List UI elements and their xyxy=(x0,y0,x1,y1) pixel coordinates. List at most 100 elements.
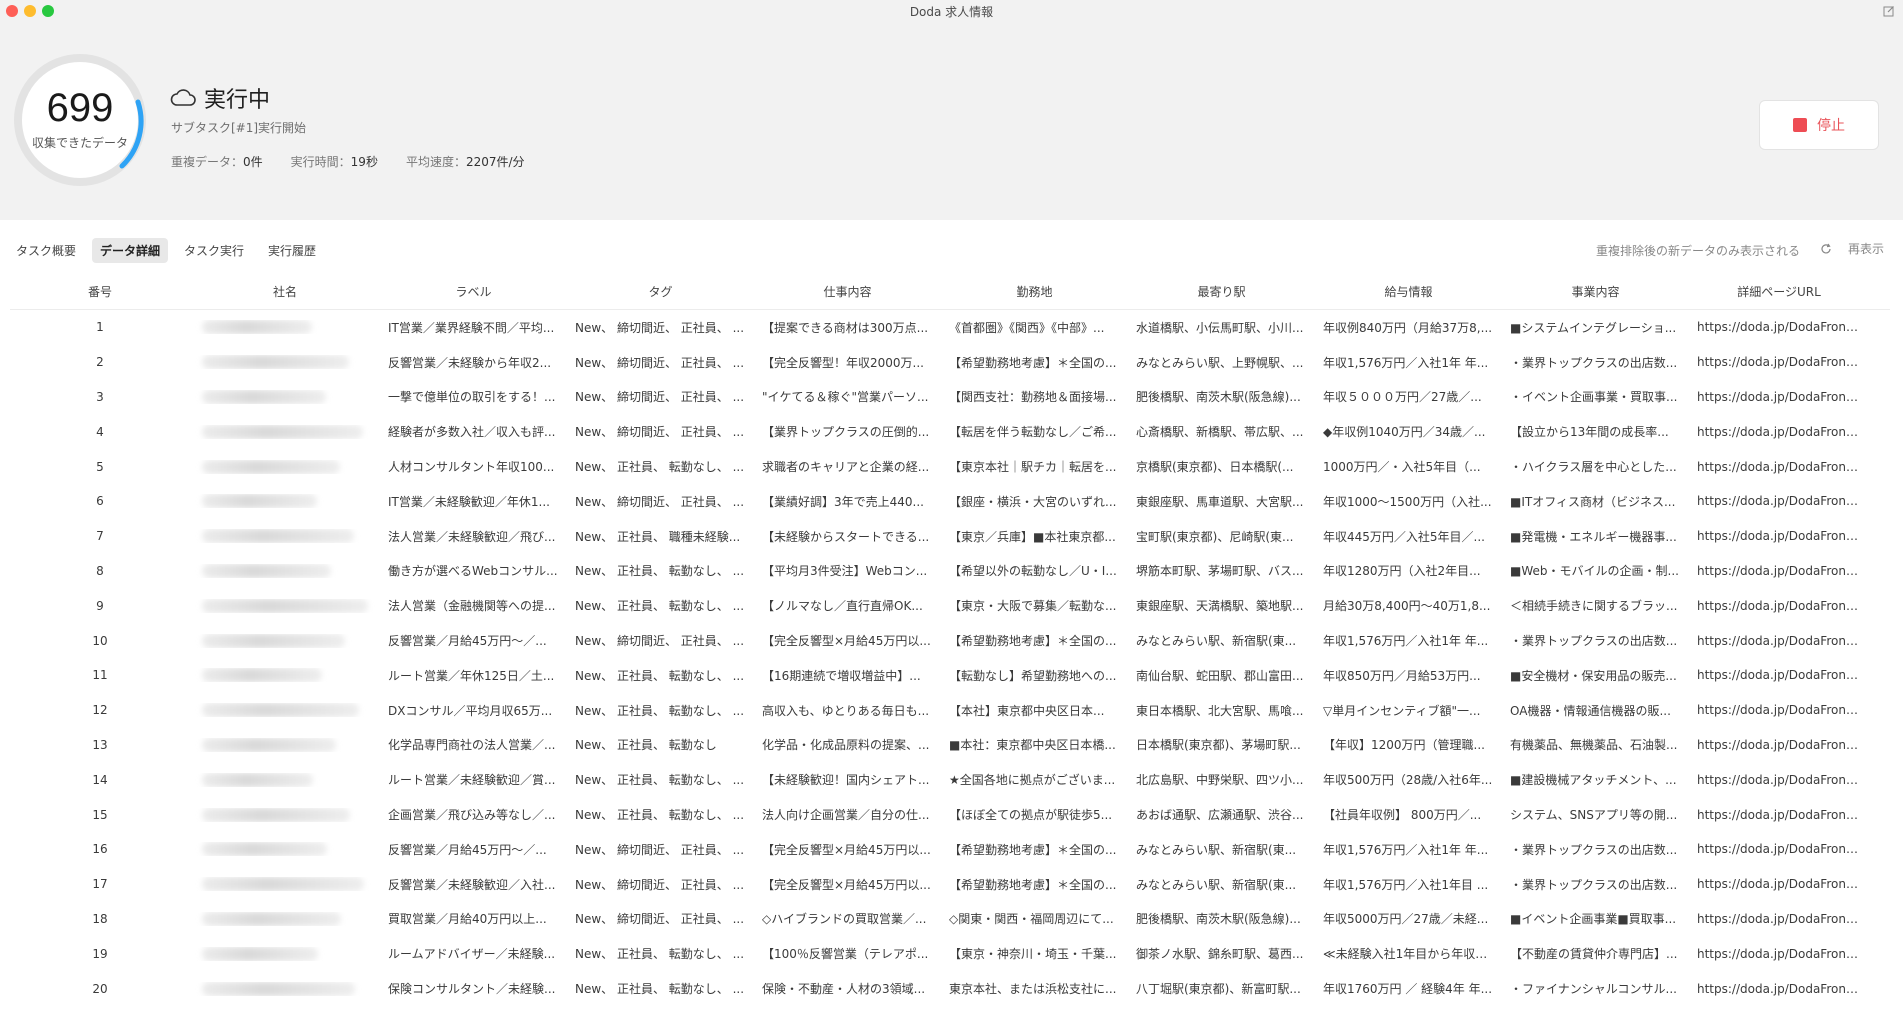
cell-station: 東銀座駅、馬車道駅、大宮駅... xyxy=(1136,494,1304,509)
cell-label: ルームアドバイザー／未経験... xyxy=(388,947,556,962)
table-row[interactable]: 14 ルート営業／未経験歓迎／賞... New、 正社員、 転勤なし、 ... 【未経… xyxy=(10,762,1890,797)
cell-salary: 年収850万円／月給53万円... xyxy=(1323,668,1481,683)
table-row[interactable]: 3 一撃で億単位の取引をする！... New、 締切間近、 正社員、 ... "イケて… xyxy=(10,380,1890,415)
cell-business: 【設立から13年間の成長率... xyxy=(1510,425,1669,440)
col-tag[interactable]: タグ xyxy=(567,283,754,300)
cell-job: 【提案できる商材は300万点... xyxy=(762,320,929,335)
status-header: 699 収集できたデータ 実行中 サブタスク[#1]実行開始 重複データ：0件 … xyxy=(0,24,1903,220)
redacted-company-name xyxy=(202,355,349,370)
table-row[interactable]: 18 買取営業／月給40万円以上... New、 締切間近、 正社員、 ... ◇ハイ… xyxy=(10,902,1890,937)
cell-business: OA機器・情報通信機器の販... xyxy=(1510,703,1671,718)
cell-label: 反響営業／未経験から年収2... xyxy=(388,355,552,370)
table-row[interactable]: 15 企画営業／飛び込み等なし／... New、 正社員、 転勤なし、 ... 法人向… xyxy=(10,797,1890,832)
table-row[interactable]: 17 反響営業／未経験歓迎／入社... New、 締切間近、 正社員、 ... 【完全… xyxy=(10,867,1890,902)
cell-tag: New、 締切間近、 正社員、 ... xyxy=(575,425,745,440)
col-location[interactable]: 勤務地 xyxy=(941,283,1128,300)
table-row[interactable]: 20 保険コンサルタント／未経験... New、 正社員、 転勤なし、 ... 保険・… xyxy=(10,971,1890,1006)
cell-tag: New、 正社員、 転勤なし、 ... xyxy=(575,564,745,579)
col-url[interactable]: 詳細ページURL xyxy=(1689,283,1869,300)
tab-overview[interactable]: タスク概要 xyxy=(8,238,84,263)
col-label[interactable]: ラベル xyxy=(380,283,567,300)
table-row[interactable]: 6 IT営業／未経験歓迎／年休1... New、 締切間近、 正社員、 ... 【業績… xyxy=(10,484,1890,519)
table-row[interactable]: 13 化学品専門商社の法人営業／... New、 正社員、 転勤なし 化学品・化成品原… xyxy=(10,728,1890,763)
cell-company xyxy=(190,703,380,718)
cell-label: 化学品専門商社の法人営業／... xyxy=(388,738,556,753)
cell-url: https://doda.jp/DodaFront/... xyxy=(1697,877,1867,892)
cell-tag: New、 正社員、 転勤なし、 ... xyxy=(575,773,745,788)
cell-job: 【未経験歓迎！国内シェアト... xyxy=(762,773,930,788)
cell-salary: ≪未経験入社1年目から年収7... xyxy=(1323,947,1495,962)
runtime-stat: 実行時間：19秒 xyxy=(290,155,378,169)
table-row[interactable]: 4 経験者が多数入社／収入も評... New、 締切間近、 正社員、 ... 【業界ト… xyxy=(10,414,1890,449)
cell-business: ■安全機材・保安用品の販売... xyxy=(1510,668,1677,683)
cell-business: ■建設機械アタッチメント、... xyxy=(1510,773,1677,788)
cell-job: "イケてる＆稼ぐ"営業パーソ... xyxy=(762,390,929,405)
cell-business: システム、SNSアプリ等の開... xyxy=(1510,808,1678,823)
cell-business: ■イベント企画事業■買取事... xyxy=(1510,912,1677,927)
cell-location: 【ほぼ全ての拠点が駅徒歩5... xyxy=(949,808,1113,823)
table-row[interactable]: 7 法人営業／未経験歓迎／飛び... New、 正社員、 職種未経験... 【未経験か… xyxy=(10,519,1890,554)
cell-url: https://doda.jp/DodaFront/... xyxy=(1697,807,1867,822)
edit-icon[interactable] xyxy=(1883,5,1895,17)
stop-button[interactable]: 停止 xyxy=(1759,100,1879,150)
cell-company xyxy=(190,946,380,961)
col-station[interactable]: 最寄り駅 xyxy=(1128,283,1315,300)
cell-company xyxy=(190,320,380,335)
redacted-company-name xyxy=(202,389,326,404)
stop-icon xyxy=(1793,118,1807,132)
col-job[interactable]: 仕事内容 xyxy=(754,283,941,300)
cell-job: 【完全反響型×月給45万円以... xyxy=(762,634,931,649)
cell-number: 6 xyxy=(96,494,104,509)
table-row[interactable]: 2 反響営業／未経験から年収2... New、 締切間近、 正社員、 ... 【完全反… xyxy=(10,345,1890,380)
cell-location: 東京本社、または浜松支社に... xyxy=(949,982,1117,997)
cell-label: 反響営業／月給45万円〜／... xyxy=(388,842,547,857)
refresh-button[interactable]: 再表示 xyxy=(1820,240,1884,257)
tab-bar: タスク概要 データ詳細 タスク実行 実行履歴 xyxy=(8,238,324,263)
cell-number: 12 xyxy=(92,703,108,718)
table-row[interactable]: 5 人材コンサルタント年収100... New、 正社員、 転勤なし、 ... 求職者… xyxy=(10,449,1890,484)
cell-url: https://doda.jp/DodaFront/... xyxy=(1697,981,1867,996)
col-company[interactable]: 社名 xyxy=(190,283,380,300)
cell-location: 【希望以外の転勤なし／U・I... xyxy=(949,564,1117,579)
tab-task-run[interactable]: タスク実行 xyxy=(176,238,252,263)
cell-tag: New、 正社員、 転勤なし、 ... xyxy=(575,460,745,475)
col-number[interactable]: 番号 xyxy=(10,283,190,300)
table-row[interactable]: 11 ルート営業／年休125日／土... New、 正社員、 転勤なし、 ... 【1… xyxy=(10,658,1890,693)
redacted-company-name xyxy=(202,842,327,857)
speed-stat: 平均速度：2207件/分 xyxy=(405,155,525,169)
cell-station: 宝町駅(東京都)、尼崎駅(東... xyxy=(1136,529,1294,544)
tab-data-detail[interactable]: データ詳細 xyxy=(92,238,169,263)
cell-salary: 年収1,576万円／入社1年 年... xyxy=(1323,634,1489,649)
tab-history[interactable]: 実行履歴 xyxy=(260,238,324,263)
cell-job: 保険・不動産・人材の3領域... xyxy=(762,982,926,997)
col-salary[interactable]: 給与情報 xyxy=(1315,283,1502,300)
redacted-company-name xyxy=(202,737,336,752)
window-title: Doda 求人情報 xyxy=(909,5,994,19)
redacted-company-name xyxy=(202,807,350,822)
cell-label: 保険コンサルタント／未経験... xyxy=(388,982,556,997)
cell-location: 【転居を伴う転勤なし／ご希... xyxy=(949,425,1117,440)
cell-station: 東銀座駅、天満橋駅、築地駅... xyxy=(1136,599,1304,614)
cell-label: IT営業／未経験歓迎／年休1... xyxy=(388,494,550,509)
col-business[interactable]: 事業内容 xyxy=(1502,283,1689,300)
table-row[interactable]: 12 DXコンサル／平均月収65万... New、 正社員、 転勤なし、 ... 高収… xyxy=(10,693,1890,728)
table-row[interactable]: 1 IT営業／業界経験不問／平均... New、 締切間近、 正社員、 ... 【提案… xyxy=(10,310,1890,345)
cell-number: 18 xyxy=(92,911,108,926)
table-row[interactable]: 9 法人営業（金融機関等への提... New、 正社員、 転勤なし、 ... 【ノルマ… xyxy=(10,588,1890,623)
table-row[interactable]: 19 ルームアドバイザー／未経験... New、 正社員、 転勤なし、 ... 【10… xyxy=(10,936,1890,971)
cell-station: 八丁堀駅(東京都)、新富町駅... xyxy=(1136,982,1301,997)
table-row[interactable]: 10 反響営業／月給45万円〜／... New、 締切間近、 正社員、 ... 【完全… xyxy=(10,623,1890,658)
table-row[interactable]: 16 反響営業／月給45万円〜／... New、 締切間近、 正社員、 ... 【完全… xyxy=(10,832,1890,867)
cell-label: ルート営業／未経験歓迎／賞... xyxy=(388,773,556,788)
cell-url: https://doda.jp/DodaFront/... xyxy=(1697,772,1867,787)
table-row[interactable]: 8 働き方が選べるWebコンサル... New、 正社員、 転勤なし、 ... 【平均… xyxy=(10,554,1890,589)
duplicate-stat: 重複データ：0件 xyxy=(171,155,263,169)
cell-url: https://doda.jp/DodaFront/... xyxy=(1697,424,1867,439)
table-body: 1 IT営業／業界経験不問／平均... New、 締切間近、 正社員、 ... 【提案… xyxy=(10,310,1890,1006)
cell-salary: ◆年収例1040万円／34歳／... xyxy=(1323,425,1486,440)
refresh-label: 再表示 xyxy=(1848,242,1885,256)
cell-location: 【関西支社：勤務地＆面接場... xyxy=(949,390,1117,405)
cell-url: https://doda.jp/DodaFront/... xyxy=(1697,737,1867,752)
cell-number: 2 xyxy=(96,355,104,370)
cell-company xyxy=(190,877,380,892)
